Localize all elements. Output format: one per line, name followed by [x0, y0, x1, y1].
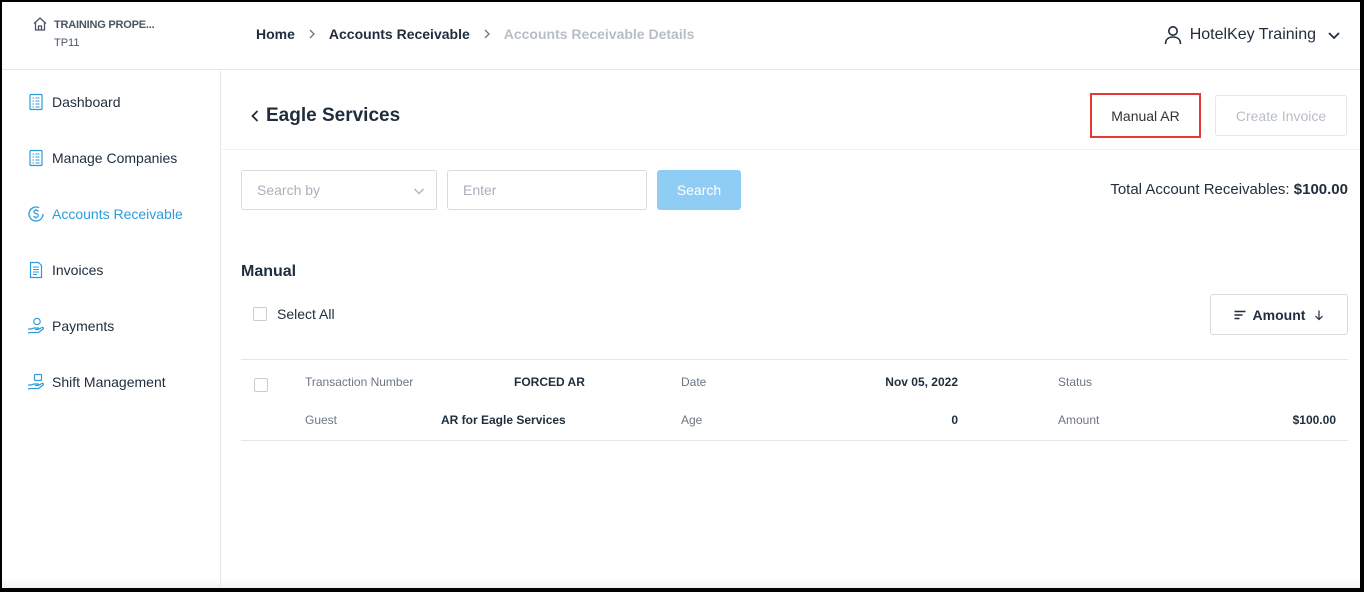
chevron-down-icon [414, 188, 424, 195]
sidebar-item-label: Invoices [52, 262, 104, 278]
amount-value: $100.00 [1292, 413, 1336, 427]
breadcrumb-current: Accounts Receivable Details [503, 26, 695, 42]
sidebar-item-invoices[interactable]: Invoices [26, 258, 103, 282]
row-checkbox[interactable] [254, 378, 268, 392]
user-menu[interactable]: HotelKey Training [1162, 24, 1342, 46]
breadcrumb: Home Accounts Receivable Accounts Receiv… [256, 26, 694, 42]
sort-label: Amount [1252, 306, 1306, 323]
date-value: Nov 05, 2022 [885, 375, 958, 389]
user-icon [1164, 26, 1182, 45]
chevron-down-icon [1328, 32, 1340, 40]
status-label: Status [1058, 375, 1093, 389]
back-button[interactable]: Eagle Services [248, 105, 400, 127]
dollar-circle-icon [28, 206, 44, 222]
breadcrumb-home[interactable]: Home [256, 26, 295, 42]
top-bar: TRAINING PROPE... TP11 Home Accounts Rec… [2, 2, 1360, 70]
app-window: TRAINING PROPE... TP11 Home Accounts Rec… [2, 2, 1360, 588]
arrow-down-icon [1315, 310, 1324, 320]
amount-label: Amount [1058, 413, 1100, 427]
total-value: $100.00 [1293, 181, 1348, 198]
search-by-placeholder: Search by [257, 182, 321, 198]
guest-label: Guest [305, 413, 338, 427]
total-receivables: Total Account Receivables: $100.00 [1110, 181, 1348, 198]
property-name: TRAINING PROPE... [54, 19, 155, 31]
sort-button[interactable]: Amount [1210, 294, 1348, 335]
date-label: Date [681, 375, 707, 389]
manual-ar-button[interactable]: Manual AR [1090, 93, 1201, 138]
chevron-left-icon [251, 110, 259, 122]
create-invoice-button[interactable]: Create Invoice [1215, 95, 1347, 136]
main-content: Eagle Services Manual AR Create Invoice … [222, 71, 1360, 588]
age-label: Age [681, 413, 703, 427]
sidebar-item-label: Accounts Receivable [52, 206, 183, 222]
user-name: HotelKey Training [1189, 26, 1316, 43]
breadcrumb-accounts-receivable[interactable]: Accounts Receivable [329, 26, 470, 42]
chevron-right-icon [309, 29, 315, 39]
home-icon [33, 17, 47, 31]
age-value: 0 [951, 413, 958, 427]
shift-hand-icon [27, 373, 45, 390]
chevron-right-icon [484, 29, 490, 39]
sidebar-item-label: Dashboard [52, 94, 121, 110]
search-input[interactable] [447, 170, 647, 210]
search-by-select[interactable]: Search by [241, 170, 437, 210]
select-all-checkbox[interactable] [253, 307, 267, 321]
sidebar-item-dashboard[interactable]: Dashboard [26, 90, 121, 114]
transaction-number-value: FORCED AR [514, 375, 585, 389]
transaction-number-label: Transaction Number [305, 375, 414, 389]
sidebar-item-label: Payments [52, 318, 115, 334]
sidebar-item-manage-companies[interactable]: Manage Companies [26, 146, 177, 170]
search-button[interactable]: Search [657, 170, 741, 210]
sidebar-item-accounts-receivable[interactable]: Accounts Receivable [26, 202, 183, 226]
guest-value: AR for Eagle Services [441, 413, 566, 427]
select-all[interactable]: Select All [253, 306, 335, 322]
dashboard-icon [29, 93, 43, 111]
sidebar-item-payments[interactable]: Payments [26, 314, 114, 338]
bottom-shadow [2, 578, 1360, 588]
sidebar-item-shift-management[interactable]: Shift Management [26, 370, 166, 394]
select-all-label: Select All [277, 306, 335, 322]
property-code: TP11 [54, 37, 80, 49]
divider [222, 149, 1360, 150]
sort-lines-icon [1234, 310, 1246, 319]
sidebar-item-label: Shift Management [52, 374, 166, 390]
total-label: Total Account Receivables: [1110, 181, 1290, 198]
invoice-icon [29, 261, 43, 279]
payment-hand-icon [27, 317, 45, 334]
page-title: Eagle Services [266, 105, 401, 126]
table-row[interactable]: Transaction Number FORCED AR Date Nov 05… [241, 359, 1348, 441]
sidebar-item-label: Manage Companies [52, 150, 178, 166]
sidebar: Dashboard Manage Companies Accounts Rece… [2, 71, 221, 588]
section-title: Manual [241, 263, 297, 280]
building-icon [29, 149, 43, 167]
